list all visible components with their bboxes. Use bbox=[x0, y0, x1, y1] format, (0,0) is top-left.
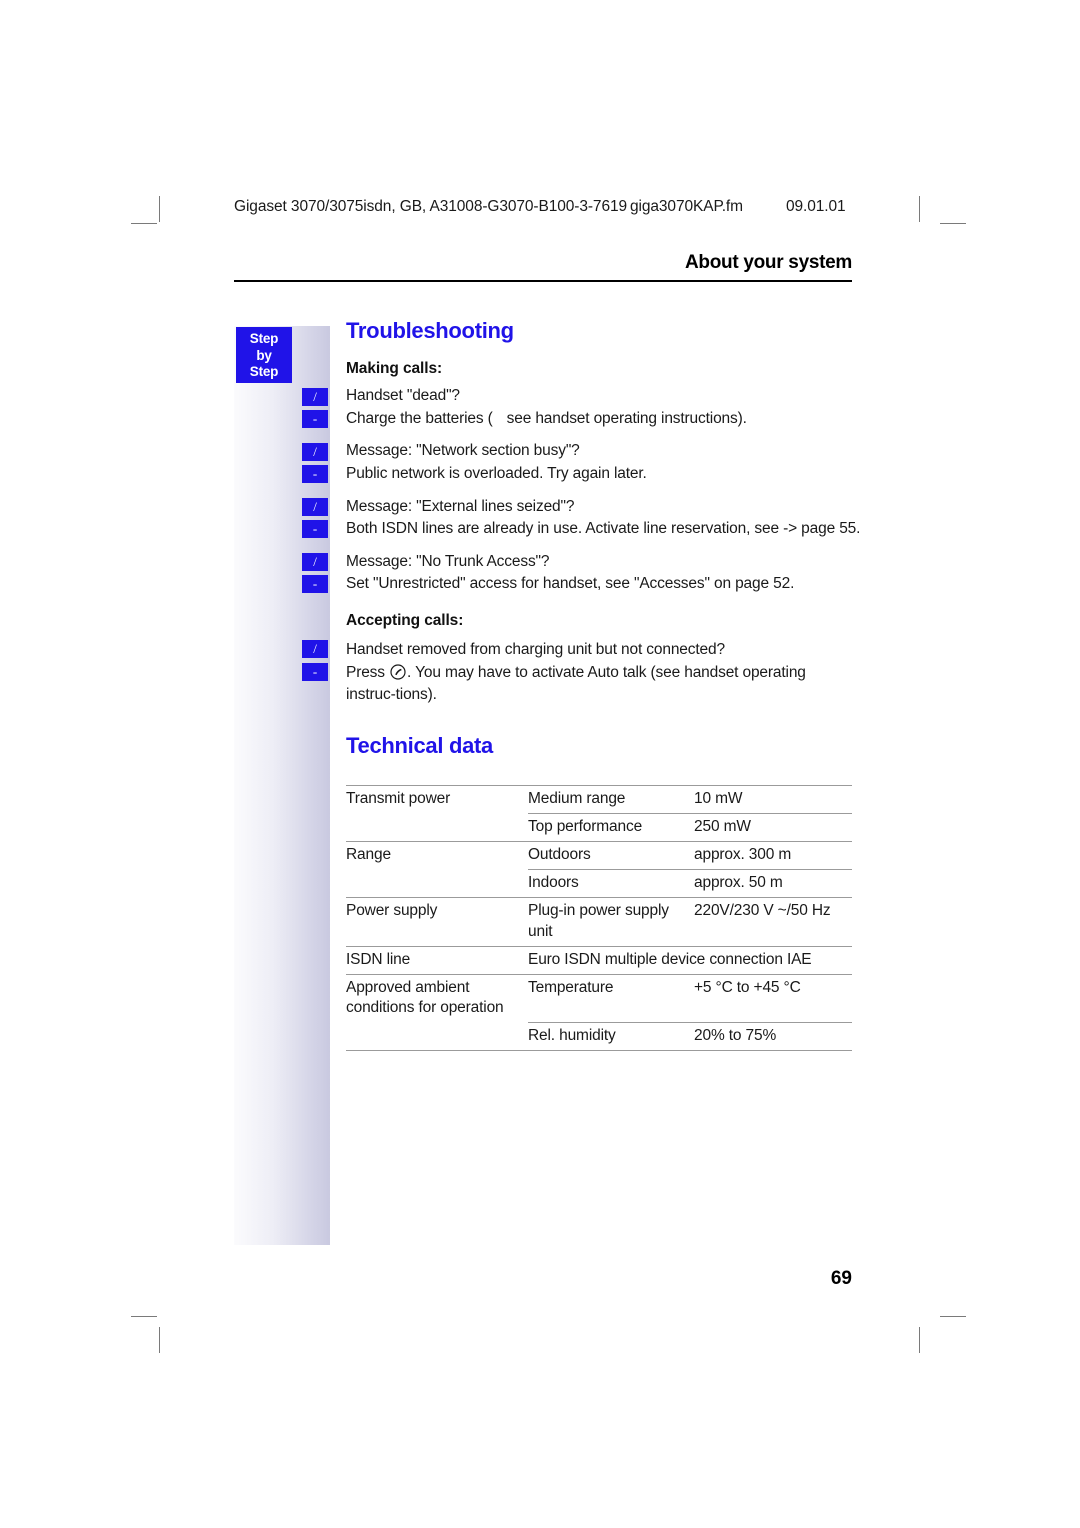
table-row: Approved ambient conditions for operatio… bbox=[346, 973, 852, 1023]
call-handset-icon bbox=[390, 664, 406, 680]
main-content-column: Troubleshooting Making calls: Handset "d… bbox=[346, 318, 860, 1051]
question-marker-icon: / bbox=[302, 640, 328, 658]
troubleshooting-answer: Set "Unrestricted" access for handset, s… bbox=[346, 575, 795, 593]
table-cell-parameter: Indoors bbox=[528, 869, 694, 898]
table-cell-value: approx. 50 m bbox=[694, 869, 852, 898]
document-date: 09.01.01 bbox=[786, 198, 846, 215]
table-cell-category bbox=[346, 1022, 528, 1051]
table-cell-parameter: Medium range bbox=[528, 784, 694, 814]
table-cell-category bbox=[346, 814, 528, 842]
table-row: Rel. humidity 20% to 75% bbox=[346, 1021, 852, 1051]
crop-mark-bottom-right-horizontal bbox=[940, 1316, 966, 1317]
answer-text-after-reference: see handset operating instructions). bbox=[506, 409, 747, 427]
troubleshooting-answer: Both ISDN lines are already in use. Acti… bbox=[346, 520, 861, 538]
troubleshooting-question: Message: "No Trunk Access"? bbox=[346, 552, 550, 570]
table-row: Power supply Plug-in power supply unit 2… bbox=[346, 897, 852, 947]
question-marker-icon: / bbox=[302, 443, 328, 461]
table-cell-category: Power supply bbox=[346, 897, 528, 947]
troubleshooting-question: Handset removed from charging unit but n… bbox=[346, 641, 725, 658]
crop-mark-bottom-left-horizontal bbox=[131, 1316, 157, 1317]
troubleshooting-question: Message: "External lines seized"? bbox=[346, 497, 575, 515]
table-cell-value: approx. 300 m bbox=[694, 841, 852, 870]
technical-data-table: Transmit power Medium range 10 mW Top pe… bbox=[346, 784, 852, 1051]
table-cell-parameter: Temperature bbox=[528, 973, 694, 1023]
table-row: Indoors approx. 50 m bbox=[346, 869, 852, 898]
table-cell-value: 10 mW bbox=[694, 784, 852, 814]
question-marker-icon: / bbox=[302, 388, 328, 406]
step-by-step-badge: Step by Step bbox=[236, 327, 292, 383]
question-marker-icon: / bbox=[302, 553, 328, 571]
step-badge-line-3: Step bbox=[249, 364, 279, 380]
table-cell-category: Range bbox=[346, 841, 528, 870]
step-by-step-rail bbox=[234, 326, 330, 1245]
answer-marker-icon: - bbox=[302, 663, 328, 681]
step-badge-line-1: Step bbox=[249, 331, 279, 346]
answer-text-before-icon: Press bbox=[346, 663, 385, 681]
source-file-name: giga3070KAP.fm bbox=[630, 198, 743, 215]
table-cell-value: 220V/230 V ~/50 Hz bbox=[694, 897, 852, 947]
table-cell-value: +5 °C to +45 °C bbox=[694, 973, 852, 1023]
answer-marker-icon: - bbox=[302, 520, 328, 538]
table-cell-value: 250 mW bbox=[694, 813, 852, 842]
document-header-line: Gigaset 3070/3075isdn, GB, A31008-G3070-… bbox=[234, 198, 934, 216]
troubleshooting-answer: Press . You may have to activate Auto ta… bbox=[346, 662, 858, 707]
table-cell-value: 20% to 75% bbox=[694, 1021, 852, 1051]
table-cell-parameter: Top performance bbox=[528, 813, 694, 842]
question-marker-icon: / bbox=[302, 498, 328, 516]
answer-text-after-icon: . You may have to activate Auto talk (se… bbox=[346, 663, 806, 704]
crop-mark-top-left-horizontal bbox=[131, 223, 157, 224]
crop-mark-bottom-right-vertical bbox=[919, 1327, 920, 1353]
troubleshooting-answer: Charge the batteries ( see handset operat… bbox=[346, 408, 852, 431]
crop-mark-bottom-left-vertical bbox=[159, 1327, 160, 1353]
step-badge-line-2: by bbox=[256, 347, 272, 363]
table-cell-parameter: Plug-in power supply unit bbox=[528, 897, 694, 947]
table-row: Range Outdoors approx. 300 m bbox=[346, 841, 852, 870]
page-number: 69 bbox=[830, 1268, 852, 1289]
running-head-rule bbox=[234, 280, 852, 282]
technical-data-heading: Technical data bbox=[346, 732, 493, 758]
subheading-accepting-calls: Accepting calls: bbox=[346, 612, 464, 629]
troubleshooting-question: Handset "dead"? bbox=[346, 387, 460, 404]
table-cell-parameter: Outdoors bbox=[528, 841, 694, 870]
troubleshooting-question: Message: "Network section busy"? bbox=[346, 442, 580, 460]
answer-marker-icon: - bbox=[302, 410, 328, 428]
table-row: Transmit power Medium range 10 mW bbox=[346, 784, 852, 814]
table-cell-parameter: Euro ISDN multiple device connection IAE bbox=[528, 945, 852, 975]
table-cell-category bbox=[346, 870, 528, 898]
document-identifier: Gigaset 3070/3075isdn, GB, A31008-G3070-… bbox=[234, 198, 628, 215]
crop-mark-top-right-horizontal bbox=[940, 223, 966, 224]
troubleshooting-heading: Troubleshooting bbox=[346, 318, 514, 343]
table-cell-parameter: Rel. humidity bbox=[528, 1021, 694, 1051]
table-cell-category: Transmit power bbox=[346, 784, 528, 814]
running-head: About your system bbox=[685, 252, 852, 273]
table-row: Top performance 250 mW bbox=[346, 813, 852, 842]
troubleshooting-answer: Public network is overloaded. Try again … bbox=[346, 464, 647, 482]
answer-marker-icon: - bbox=[302, 575, 328, 593]
subheading-making-calls: Making calls: bbox=[346, 360, 443, 377]
table-row: ISDN line Euro ISDN multiple device conn… bbox=[346, 945, 852, 975]
answer-text-before-reference: Charge the batteries ( bbox=[346, 409, 493, 427]
crop-mark-top-left-vertical bbox=[159, 196, 160, 222]
table-cell-category: Approved ambient conditions for operatio… bbox=[346, 973, 528, 1023]
table-cell-category: ISDN line bbox=[346, 945, 528, 975]
answer-marker-icon: - bbox=[302, 465, 328, 483]
